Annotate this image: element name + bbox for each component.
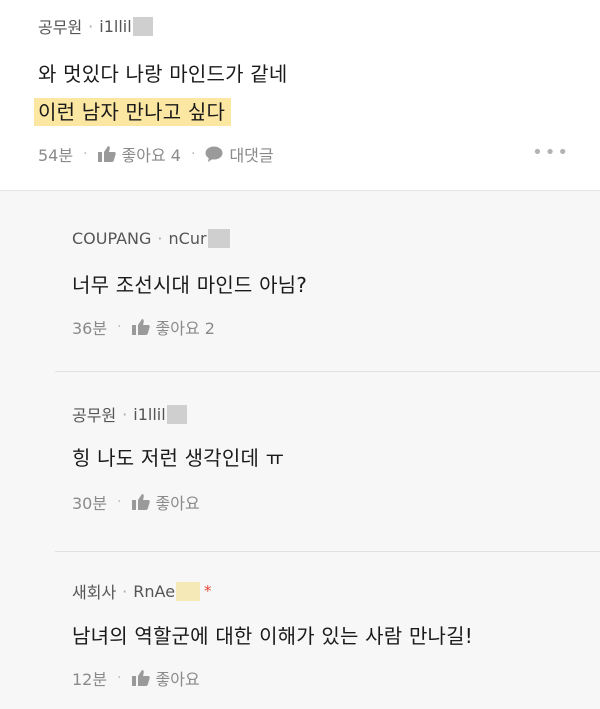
masked-id-block <box>132 16 153 36</box>
reply-card: 공무원 · i1llil 힝 나도 저런 생각인데 ㅠ 30분 · 좋아요 <box>0 372 600 552</box>
top-comment: 공무원 · i1llil 와 멋있다 나랑 마인드가 같네 이런 남자 만나고 … <box>0 0 600 191</box>
comment-actions: 54분 · 좋아요 4 · 대댓글 <box>38 142 274 166</box>
like-label: 좋아요 <box>155 494 200 513</box>
comment-text-line-1: 와 멋있다 나랑 마인드가 같네 <box>38 62 288 86</box>
reply-actions: 12분 · 좋아요 <box>72 666 200 690</box>
like-button[interactable]: 좋아요 <box>131 490 200 514</box>
author-org: 공무원 <box>72 406 117 425</box>
separator-dot: · <box>122 581 128 601</box>
reply-label: 대댓글 <box>229 146 274 165</box>
reply-text: 너무 조선시대 마인드 아님? <box>72 273 308 297</box>
like-label: 좋아요 <box>155 670 200 689</box>
speech-bubble-icon <box>205 146 223 162</box>
author-id[interactable]: RnAe <box>133 582 175 601</box>
separator-dot: · <box>157 229 163 248</box>
thumbs-up-icon <box>131 494 150 510</box>
highlighted-text: 이런 남자 만나고 싶다 <box>34 98 232 126</box>
like-label: 좋아요 2 <box>155 319 215 338</box>
reply-actions: 36분 · 좋아요 2 <box>72 315 215 339</box>
reply-time: 12분 <box>72 670 108 689</box>
author-marker: * <box>204 582 212 600</box>
reply-button[interactable]: 대댓글 <box>205 142 274 166</box>
reply-text: 남녀의 역할군에 대한 이해가 있는 사람 만나길! <box>72 624 473 648</box>
thumbs-up-icon <box>131 319 150 335</box>
separator-dot: · <box>190 146 196 162</box>
thumbs-up-icon <box>97 146 116 162</box>
separator-dot: · <box>122 404 128 424</box>
masked-id-block <box>166 404 187 424</box>
author-id[interactable]: i1llil <box>99 17 131 36</box>
separator-dot: · <box>88 16 94 36</box>
author-id[interactable]: nCur <box>169 229 207 248</box>
masked-id-block <box>207 229 230 248</box>
thumbs-up-icon <box>131 670 150 686</box>
masked-id-block <box>176 581 201 601</box>
separator-dot: · <box>117 670 122 686</box>
comment-time: 54분 <box>38 146 74 165</box>
author-org: COUPANG <box>72 229 152 248</box>
reply-time: 36분 <box>72 319 108 338</box>
reply-actions: 30분 · 좋아요 <box>72 490 200 514</box>
separator-dot: · <box>117 494 122 510</box>
reply-author-meta: 공무원 · i1llil <box>72 402 187 426</box>
comment-author-meta: 공무원 · i1llil <box>38 14 153 38</box>
like-button[interactable]: 좋아요 2 <box>131 315 215 339</box>
comment-text-line-2: 이런 남자 만나고 싶다 <box>34 96 232 126</box>
like-label: 좋아요 4 <box>121 146 181 165</box>
author-id[interactable]: i1llil <box>133 405 165 424</box>
reply-time: 30분 <box>72 494 108 513</box>
reply-author-meta: COUPANG · nCur <box>72 229 230 248</box>
separator-dot: · <box>117 319 122 335</box>
like-button[interactable]: 좋아요 <box>131 666 200 690</box>
like-button[interactable]: 좋아요 4 <box>97 142 181 166</box>
reply-card: 새회사 · RnAe * 남녀의 역할군에 대한 이해가 있는 사람 만나길! … <box>0 552 600 709</box>
separator-dot: · <box>83 146 88 162</box>
reply-text: 힝 나도 저런 생각인데 ㅠ <box>72 446 285 470</box>
author-org: 새회사 <box>72 583 117 602</box>
more-dots-icon[interactable]: ••• <box>532 142 570 163</box>
author-org: 공무원 <box>38 18 83 37</box>
reply-author-meta: 새회사 · RnAe * <box>72 579 212 603</box>
reply-card: COUPANG · nCur 너무 조선시대 마인드 아님? 36분 · 좋아요… <box>0 191 600 371</box>
